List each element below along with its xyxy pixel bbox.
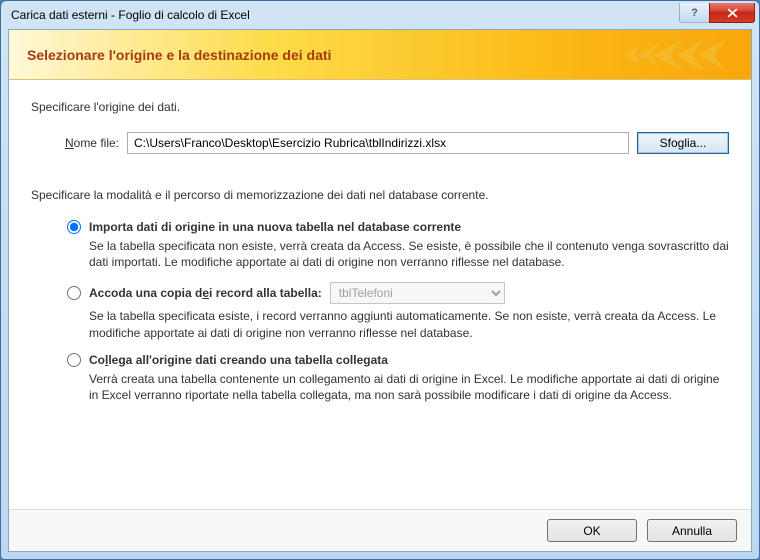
ok-button[interactable]: OK (547, 519, 637, 542)
window-controls: ? (679, 3, 755, 23)
option-import-title: Importa dati di origine in una nuova tab… (89, 220, 461, 234)
close-icon (727, 8, 738, 18)
dialog-footer: OK Annulla (9, 509, 751, 551)
option-import-desc: Se la tabella specificata non esiste, ve… (89, 238, 729, 270)
radio-import[interactable] (67, 220, 81, 234)
option-import: Importa dati di origine in una nuova tab… (67, 220, 729, 270)
option-append-desc: Se la tabella specificata esiste, i reco… (89, 308, 729, 340)
file-name-label: Nome file: (61, 136, 119, 150)
radio-link[interactable] (67, 353, 81, 367)
dialog-window: Carica dati esterni - Foglio di calcolo … (0, 0, 760, 560)
option-append-title: Accoda una copia dei record alla tabella… (89, 286, 322, 300)
option-link: Collega all'origine dati creando una tab… (67, 353, 729, 403)
content-area: Specificare l'origine dei dati. Nome fil… (9, 80, 751, 509)
option-link-desc: Verrà creata una tabella contenente un c… (89, 371, 729, 403)
help-button[interactable]: ? (679, 3, 709, 23)
wizard-banner: Selezionare l'origine e la destinazione … (9, 30, 751, 80)
storage-section-label: Specificare la modalità e il percorso di… (31, 188, 729, 202)
banner-arrows-icon (597, 38, 727, 72)
window-title: Carica dati esterni - Foglio di calcolo … (11, 8, 679, 22)
browse-button[interactable]: Sfoglia... (637, 132, 729, 154)
source-section-label: Specificare l'origine dei dati. (31, 100, 729, 114)
append-table-select[interactable]: tblTelefoni (330, 282, 505, 304)
file-row: Nome file: Sfoglia... (31, 132, 729, 154)
titlebar[interactable]: Carica dati esterni - Foglio di calcolo … (1, 1, 759, 29)
cancel-button[interactable]: Annulla (647, 519, 737, 542)
option-append: Accoda una copia dei record alla tabella… (67, 282, 729, 340)
radio-append[interactable] (67, 286, 81, 300)
banner-heading: Selezionare l'origine e la destinazione … (27, 47, 331, 63)
file-path-input[interactable] (127, 132, 629, 154)
close-button[interactable] (709, 3, 755, 23)
client-area: Selezionare l'origine e la destinazione … (8, 29, 752, 552)
option-link-title: Collega all'origine dati creando una tab… (89, 353, 388, 367)
